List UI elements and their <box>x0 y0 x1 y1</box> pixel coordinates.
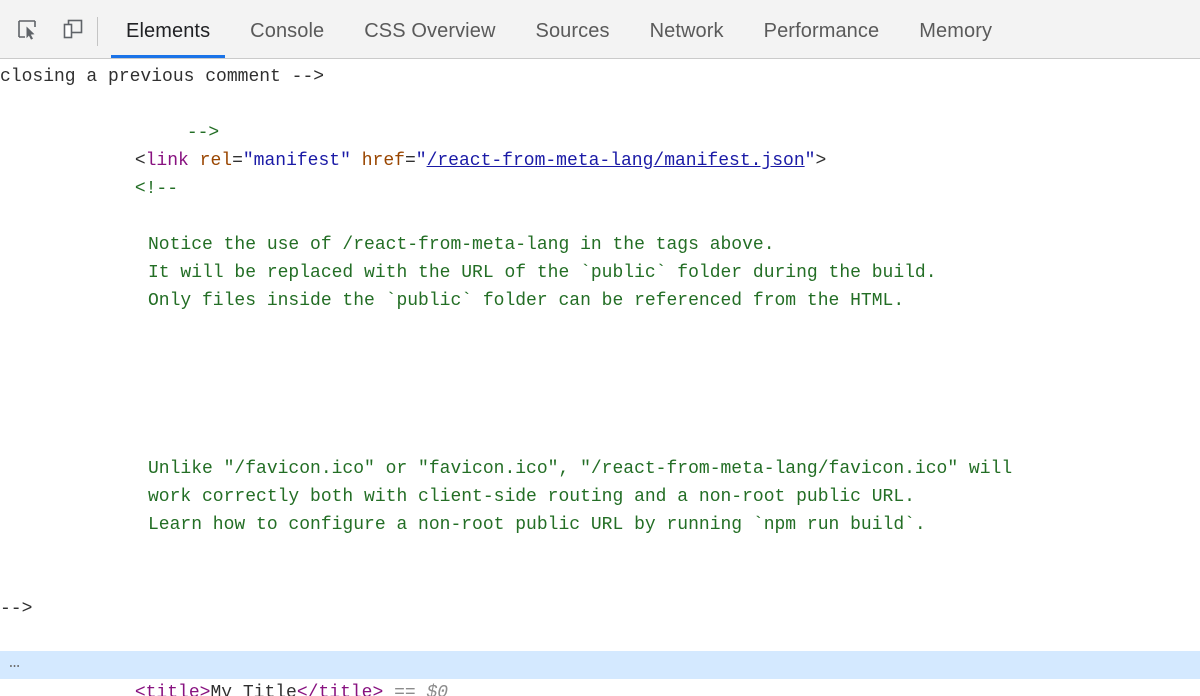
dom-node-comment-body-2[interactable]: Unlike "/favicon.ico" or "favicon.ico", … <box>0 399 1200 595</box>
tab-console[interactable]: Console <box>230 5 344 58</box>
dom-node-comment-close[interactable]: --> <box>0 91 1200 143</box>
comment-body-2-text: Unlike "/favicon.ico" or "favicon.ico", … <box>148 459 1013 535</box>
dom-tree-pane[interactable]: closing a previous comment --> --> <link… <box>0 59 1200 696</box>
toolbar-icon-group <box>0 5 97 58</box>
dom-node-comment-open[interactable]: <!-- <box>0 147 1200 199</box>
tab-memory[interactable]: Memory <box>899 5 1012 58</box>
device-toolbar-button[interactable] <box>58 17 88 47</box>
dom-node-comment-close-bottom[interactable]: --> <box>0 623 1200 675</box>
node-overflow-badge[interactable]: … <box>2 651 28 675</box>
inspect-element-icon <box>16 18 38 45</box>
dom-node-comment-body-1[interactable]: Notice the use of /react-from-meta-lang … <box>0 175 1200 371</box>
tab-sources-label: Sources <box>535 20 610 42</box>
tab-performance[interactable]: Performance <box>744 5 900 58</box>
comment-blank-line <box>0 371 1200 399</box>
inspect-element-button[interactable] <box>12 17 42 47</box>
comment-body-1-text: Notice the use of /react-from-meta-lang … <box>148 235 937 311</box>
tab-elements[interactable]: Elements <box>106 5 230 58</box>
devtools-tabbar: Elements Console CSS Overview Sources Ne… <box>0 5 1200 59</box>
tab-css-overview-label: CSS Overview <box>364 20 496 42</box>
dom-node-title-selected[interactable]: … <title>My Title</title> == $0 <box>0 651 1200 696</box>
dom-node-style[interactable]: <style>…</style> <box>0 679 1200 696</box>
tab-performance-label: Performance <box>763 20 880 42</box>
tab-memory-label: Memory <box>919 20 993 42</box>
panel-tabs: Elements Console CSS Overview Sources Ne… <box>98 5 1012 58</box>
devtools-window: Elements Console CSS Overview Sources Ne… <box>0 0 1200 696</box>
tab-network-label: Network <box>649 20 724 42</box>
tab-network[interactable]: Network <box>630 5 744 58</box>
tab-console-label: Console <box>250 20 325 42</box>
tab-sources[interactable]: Sources <box>516 5 630 58</box>
device-toolbar-icon <box>62 18 84 45</box>
tab-css-overview[interactable]: CSS Overview <box>344 5 515 58</box>
dom-node-link-manifest[interactable]: <link rel="manifest" href="/react-from-m… <box>0 119 1200 171</box>
tab-elements-label: Elements <box>126 20 211 42</box>
